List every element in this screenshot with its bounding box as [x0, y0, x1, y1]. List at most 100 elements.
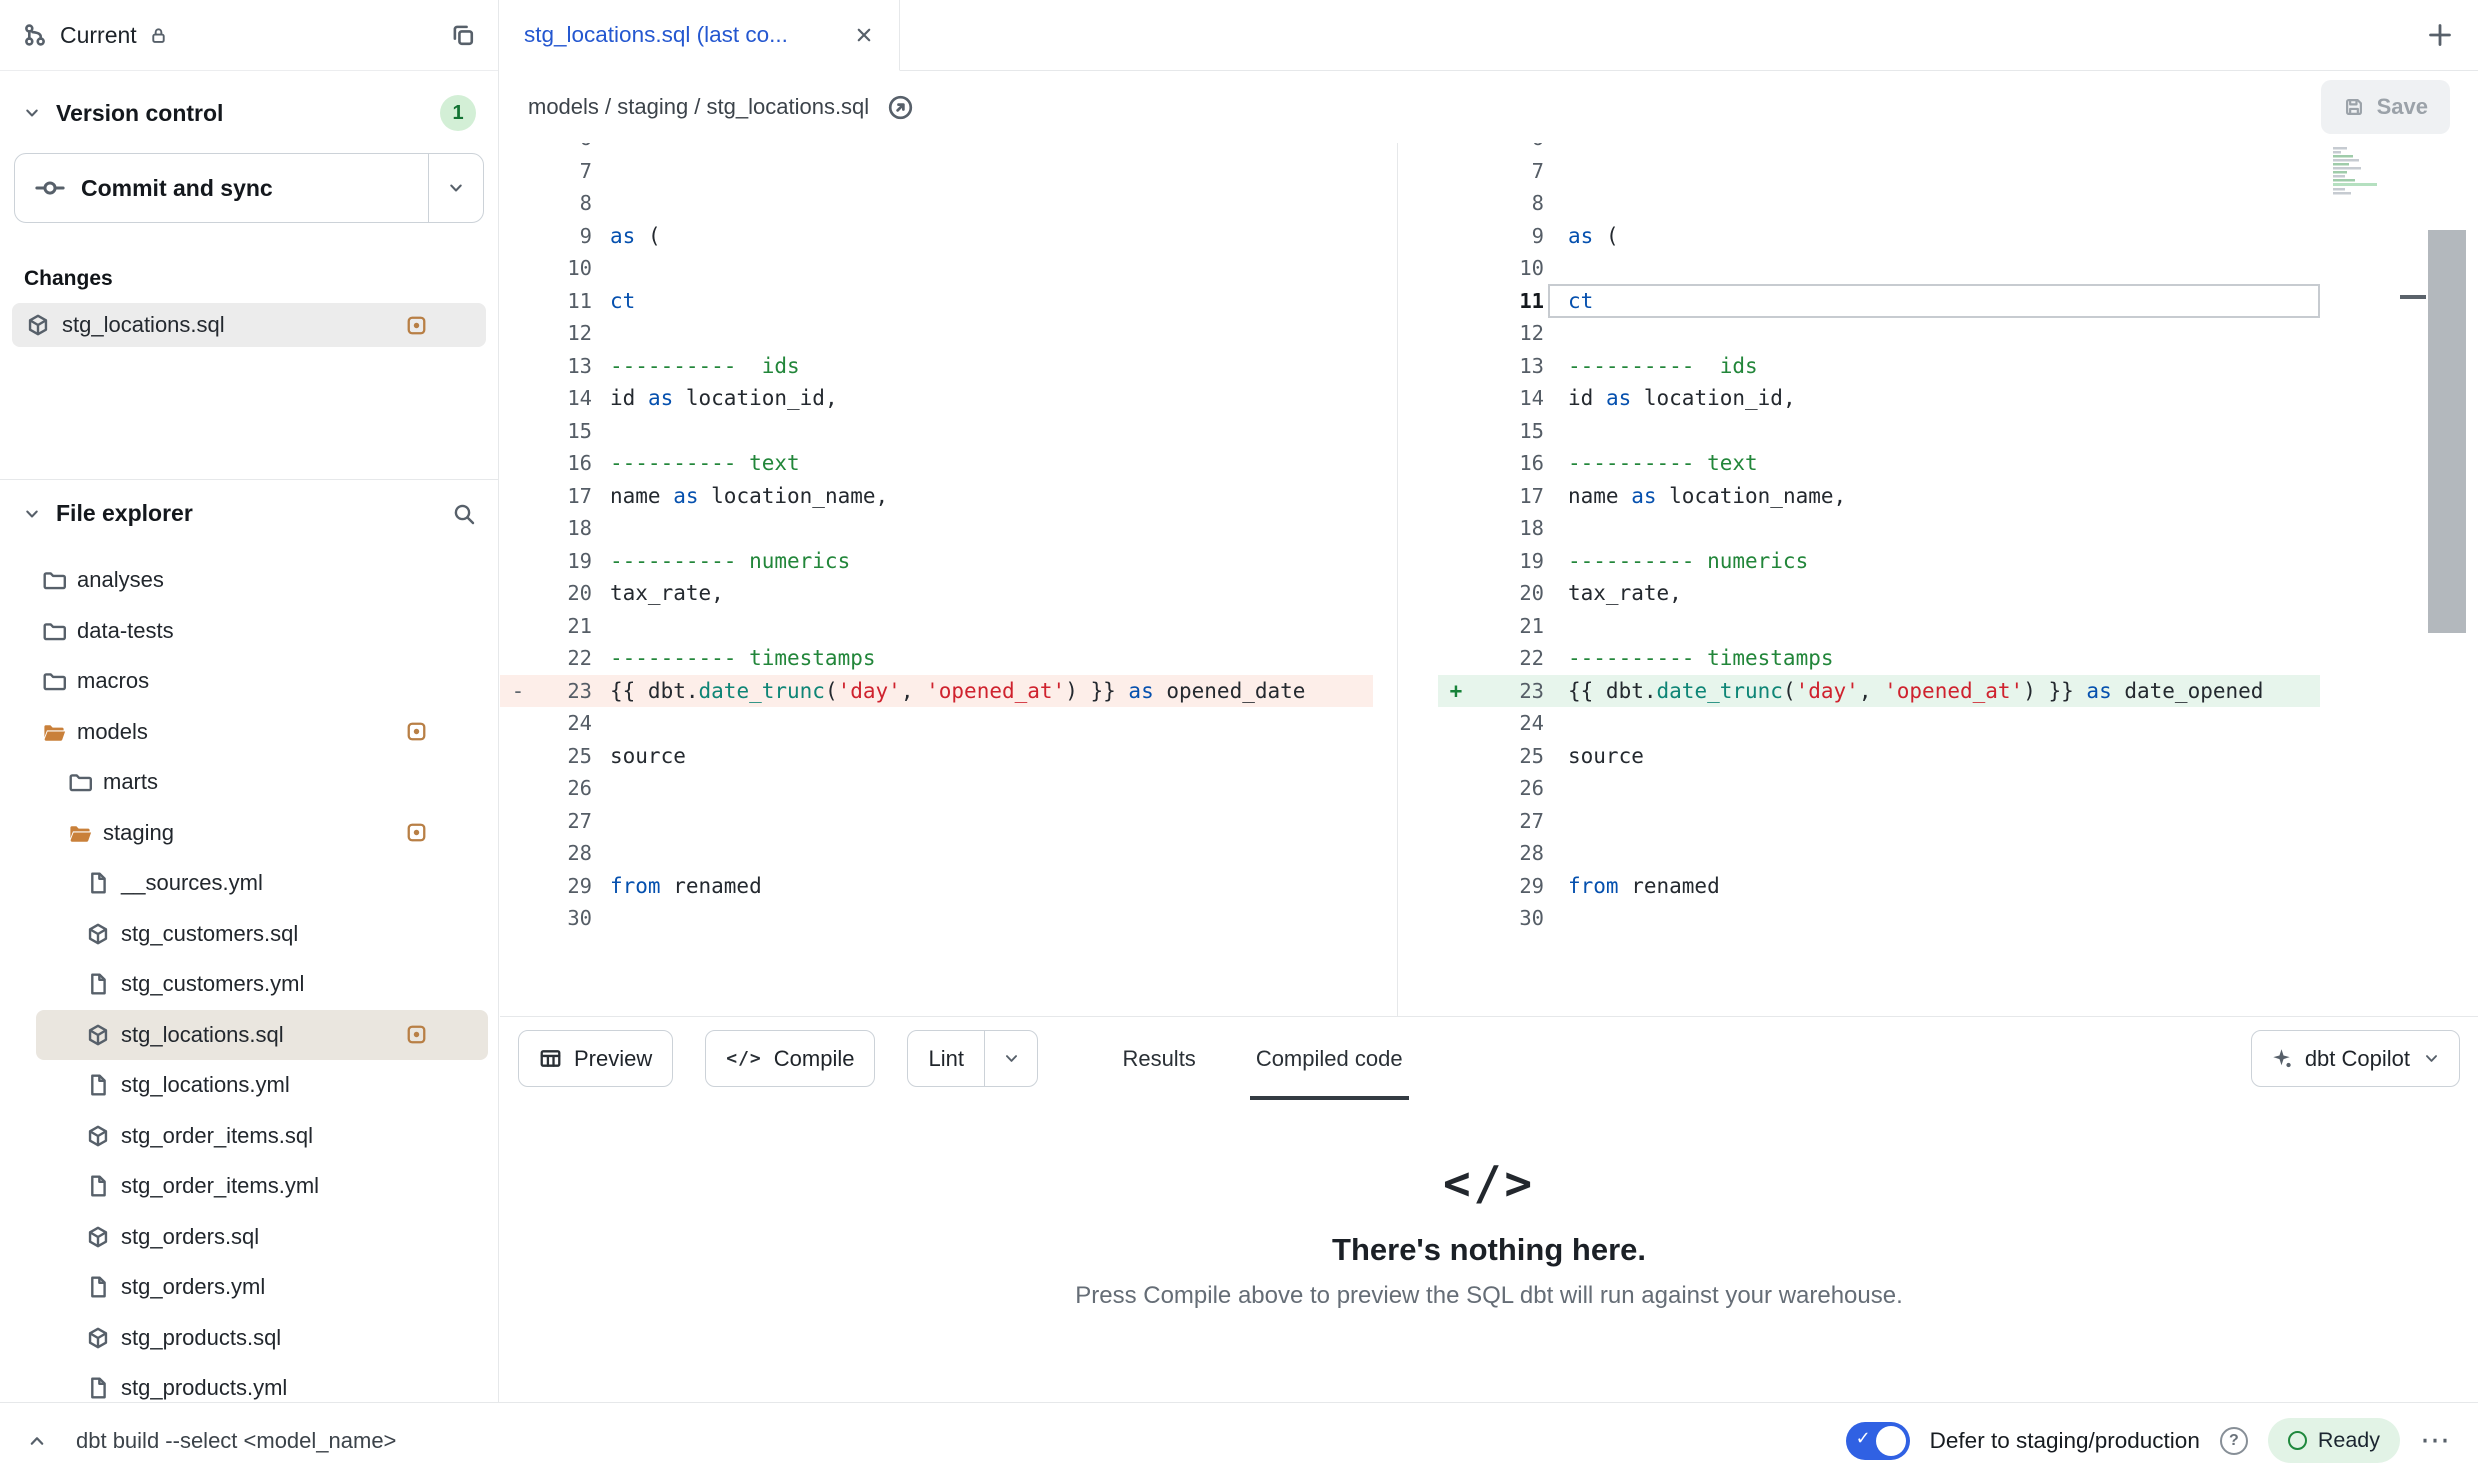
tab-results[interactable]: Results — [1116, 1017, 1201, 1100]
code-line[interactable]: 7 — [500, 155, 1373, 188]
file-tree-item-analyses[interactable]: analyses — [0, 555, 498, 606]
copy-icon[interactable] — [450, 22, 476, 48]
file-tree-item-marts[interactable]: marts — [0, 757, 498, 808]
file-tree-item-data-tests[interactable]: data-tests — [0, 606, 498, 657]
code-line[interactable]: 21 — [500, 610, 1373, 643]
new-tab-button[interactable] — [2402, 0, 2478, 70]
code-line[interactable]: 15 — [1438, 415, 2320, 448]
command-hint[interactable]: dbt build --select <model_name> — [76, 1428, 396, 1454]
file-tree-item-macros[interactable]: macros — [0, 656, 498, 707]
code-line[interactable]: 22---------- timestamps — [1438, 642, 2320, 675]
code-line[interactable]: 24 — [1438, 707, 2320, 740]
tab-compiled-code[interactable]: Compiled code — [1250, 1017, 1409, 1100]
code-line[interactable]: 16---------- text — [1438, 447, 2320, 480]
dbt-copilot-button[interactable]: dbt Copilot — [2251, 1030, 2460, 1087]
file-tree-item-stg-locations-yml[interactable]: stg_locations.yml — [0, 1060, 498, 1111]
code-line[interactable]: 26 — [500, 772, 1373, 805]
code-line[interactable]: 12 — [1438, 317, 2320, 350]
code-line[interactable]: 30 — [1438, 902, 2320, 935]
code-line[interactable]: 16---------- text — [500, 447, 1373, 480]
defer-toggle[interactable]: ✓ — [1846, 1422, 1910, 1460]
code-line[interactable]: 27 — [500, 805, 1373, 838]
overflow-menu-button[interactable]: ⋯ — [2420, 1426, 2452, 1456]
code-line[interactable]: 29from renamed — [1438, 870, 2320, 903]
save-button[interactable]: Save — [2321, 80, 2450, 134]
file-tree-item-stg-order-items-yml[interactable]: stg_order_items.yml — [0, 1161, 498, 1212]
file-tree-item-stg-orders-sql[interactable]: stg_orders.sql — [0, 1212, 498, 1263]
code-line[interactable]: 8 — [500, 187, 1373, 220]
code-line[interactable]: 6 — [1438, 143, 2320, 155]
search-icon[interactable] — [452, 502, 476, 526]
help-icon[interactable]: ? — [2220, 1427, 2248, 1455]
code-line[interactable]: 17name as location_name, — [1438, 480, 2320, 513]
file-tree-item-stg-order-items-sql[interactable]: stg_order_items.sql — [0, 1111, 498, 1162]
code-line[interactable]: 20tax_rate, — [500, 577, 1373, 610]
code-line[interactable]: 11ct — [500, 285, 1373, 318]
preview-button[interactable]: Preview — [518, 1030, 673, 1087]
code-line[interactable]: 15 — [500, 415, 1373, 448]
code-line[interactable]: 14id as location_id, — [1438, 382, 2320, 415]
code-line[interactable]: 19---------- numerics — [500, 545, 1373, 578]
compile-button[interactable]: </> Compile — [705, 1030, 875, 1087]
file-tree-item-stg-products-sql[interactable]: stg_products.sql — [0, 1313, 498, 1364]
code-line[interactable]: 26 — [1438, 772, 2320, 805]
code-line[interactable]: 19---------- numerics — [1438, 545, 2320, 578]
commit-and-sync-main[interactable]: Commit and sync — [15, 154, 428, 222]
code-line[interactable]: 18 — [1438, 512, 2320, 545]
commit-options-caret[interactable] — [429, 154, 483, 222]
code-line[interactable]: 14id as location_id, — [500, 382, 1373, 415]
file-explorer-header[interactable]: File explorer — [0, 480, 498, 541]
code-line[interactable]: 12 — [500, 317, 1373, 350]
code-line[interactable]: 22---------- timestamps — [500, 642, 1373, 675]
code-line[interactable]: 18 — [500, 512, 1373, 545]
minimap[interactable] — [2332, 145, 2394, 205]
result-tabs: Results Compiled code — [1116, 1017, 1408, 1100]
changes-item[interactable]: stg_locations.sql — [12, 303, 486, 347]
code-line[interactable]: 29from renamed — [500, 870, 1373, 903]
code-line[interactable]: 20tax_rate, — [1438, 577, 2320, 610]
file-tree-item--sources-yml[interactable]: __sources.yml — [0, 858, 498, 909]
lint-button[interactable]: Lint — [908, 1031, 983, 1086]
code-line[interactable]: 24 — [500, 707, 1373, 740]
code-line[interactable]: 9as ( — [1438, 220, 2320, 253]
file-tree-item-staging[interactable]: staging — [0, 808, 498, 859]
file-tree-item-stg-customers-yml[interactable]: stg_customers.yml — [0, 959, 498, 1010]
code-line[interactable]: 7 — [1438, 155, 2320, 188]
code-line[interactable]: 27 — [1438, 805, 2320, 838]
code-line[interactable]: 17name as location_name, — [500, 480, 1373, 513]
code-line[interactable]: +23{{ dbt.date_trunc('day', 'opened_at')… — [1438, 675, 2320, 708]
code-line[interactable]: 13---------- ids — [1438, 350, 2320, 383]
lint-options-caret[interactable] — [985, 1031, 1037, 1086]
branch-selector[interactable]: Current — [22, 22, 168, 49]
code-line[interactable]: 28 — [1438, 837, 2320, 870]
file-tree-item-stg-customers-sql[interactable]: stg_customers.sql — [0, 909, 498, 960]
file-tree-item-stg-orders-yml[interactable]: stg_orders.yml — [0, 1262, 498, 1313]
diff-pane-original[interactable]: 6789as (1011ct1213---------- ids14id as … — [500, 143, 1398, 1016]
chevron-up-icon[interactable] — [26, 1430, 48, 1452]
breadcrumb[interactable]: models / staging / stg_locations.sql — [528, 94, 869, 120]
code-line[interactable]: 6 — [500, 143, 1373, 155]
code-line[interactable]: 9as ( — [500, 220, 1373, 253]
file-tree-item-stg-locations-sql[interactable]: stg_locations.sql — [36, 1010, 488, 1061]
close-icon[interactable] — [853, 24, 875, 46]
code-line[interactable]: 30 — [500, 902, 1373, 935]
code-line[interactable]: 8 — [1438, 187, 2320, 220]
editor-tab[interactable]: stg_locations.sql (last co... — [500, 0, 900, 71]
code-line[interactable]: 10 — [1438, 252, 2320, 285]
version-control-header[interactable]: Version control 1 — [0, 71, 498, 147]
code-line[interactable]: 28 — [500, 837, 1373, 870]
code-line[interactable]: 25source — [500, 740, 1373, 773]
code-line[interactable]: 21 — [1438, 610, 2320, 643]
commit-and-sync-button[interactable]: Commit and sync — [14, 153, 484, 223]
scrollbar-thumb[interactable] — [2428, 230, 2466, 633]
ready-status[interactable]: Ready — [2268, 1418, 2400, 1463]
chevron-down-icon — [1002, 1049, 1021, 1068]
diff-pane-modified[interactable]: 6789as (1011ct1213---------- ids14id as … — [1398, 143, 2478, 1016]
code-line[interactable]: 25source — [1438, 740, 2320, 773]
code-line[interactable]: -23{{ dbt.date_trunc('day', 'opened_at')… — [500, 675, 1373, 708]
code-line[interactable]: 11ct — [1438, 285, 2320, 318]
docs-link-icon[interactable] — [887, 94, 914, 121]
code-line[interactable]: 10 — [500, 252, 1373, 285]
file-tree-item-models[interactable]: models — [0, 707, 498, 758]
code-line[interactable]: 13---------- ids — [500, 350, 1373, 383]
